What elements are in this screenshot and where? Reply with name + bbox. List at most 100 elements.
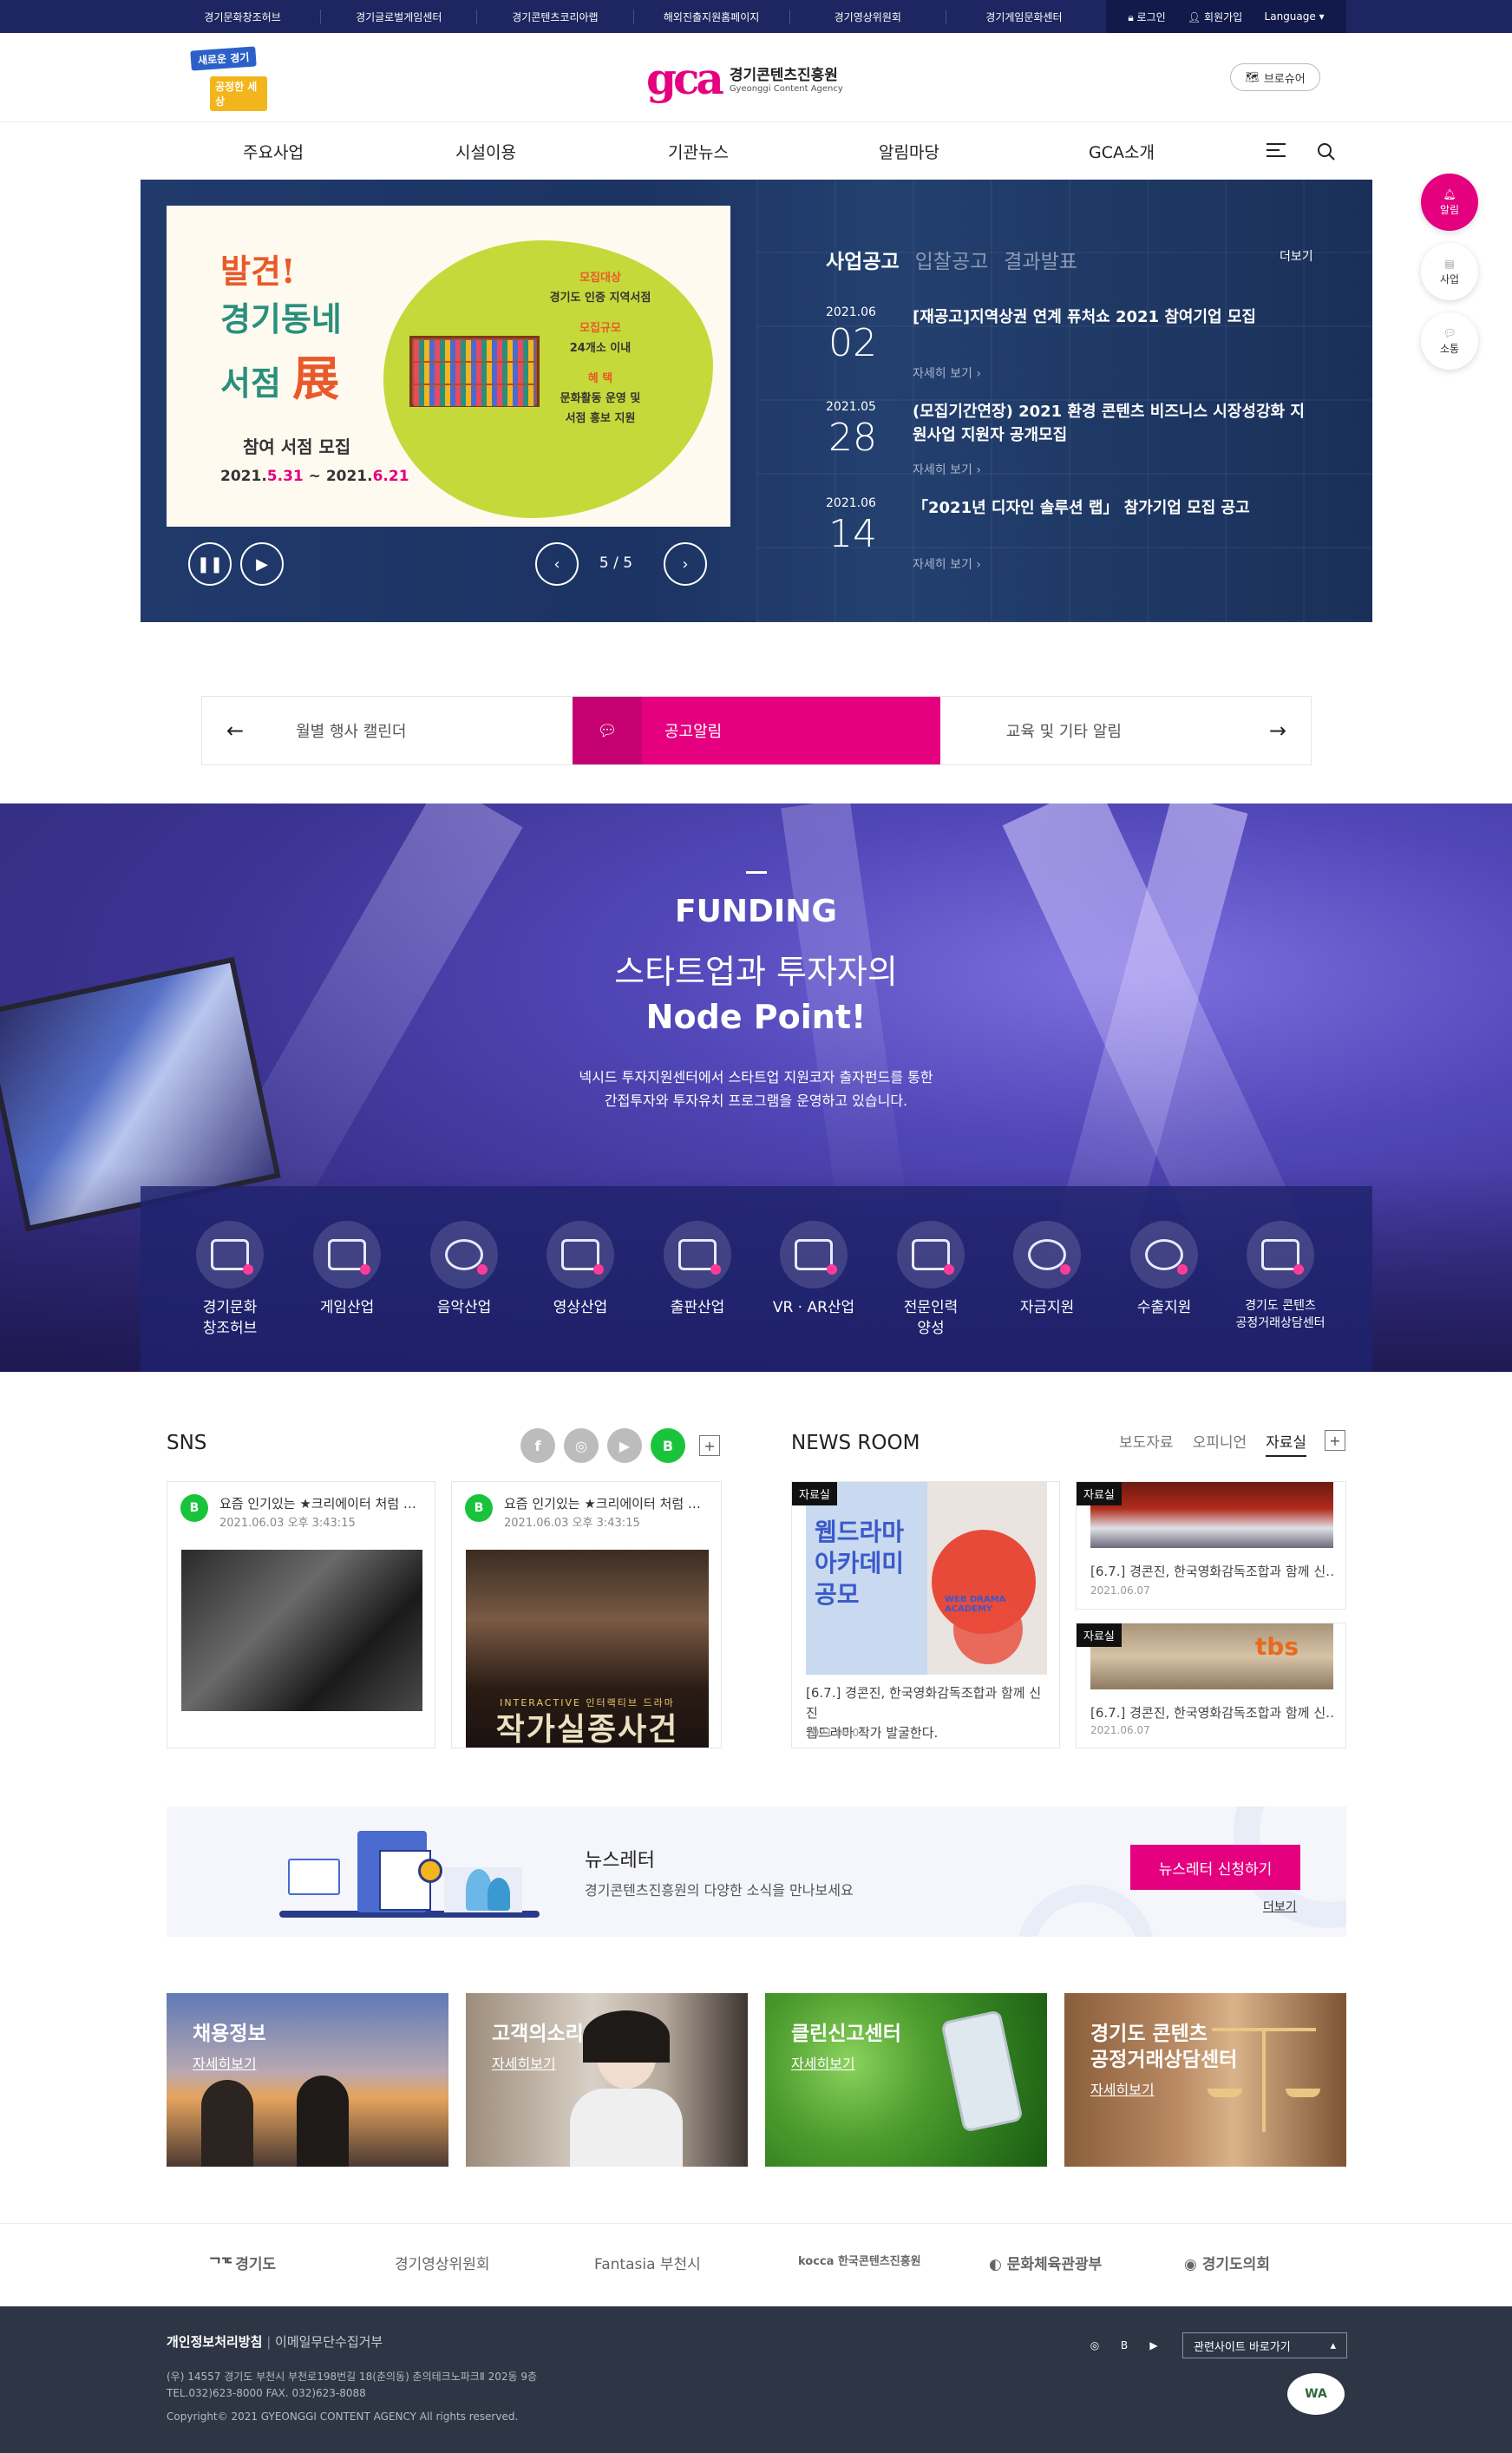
partner-logo-gyeonggi[interactable]: ᄀᄀᄃ 경기도 (208, 2252, 276, 2273)
partner-logo-assembly[interactable]: ◉ 경기도의회 (1184, 2252, 1270, 2273)
tab-press-release[interactable]: 보도자료 (1119, 1430, 1174, 1457)
privacy-policy-link[interactable]: 개인정보처리방침 (167, 2334, 262, 2350)
tab-results[interactable]: 결과발표 (1004, 245, 1077, 274)
quick-menu-alarm[interactable]: 🔔︎ 알림 (1421, 174, 1478, 231)
newsroom-side-card[interactable]: tbs 자료실 [6.7.] 경콘진, 한국영화감독조합과 함께 신… 2021… (1076, 1623, 1346, 1748)
family-site-link[interactable]: 경기콘텐츠코리아랩 (477, 9, 634, 24)
youtube-icon[interactable]: ▶ (607, 1428, 642, 1463)
sns-post-header: B 요즘 인기있는 ★크리에이터 처럼 통… 2021.06.03 오후 3:4… (465, 1492, 708, 1531)
partner-logo-mcst[interactable]: ◐ 문화체육관광부 (989, 2252, 1102, 2273)
language-select[interactable]: Language ▾ (1265, 10, 1325, 23)
hero-news-item[interactable]: 2021.05 28 (모집기간연장) 2021 환경 콘텐츠 비즈니스 시장성… (826, 400, 1312, 487)
tab-archive[interactable]: 자료실 (1266, 1430, 1307, 1457)
email-policy-link[interactable]: 이메일무단수집거부 (275, 2334, 383, 2350)
tab-opinion[interactable]: 오피니언 (1193, 1430, 1247, 1457)
category-training[interactable]: 전문인력 양성 (879, 1221, 983, 1339)
category-funding[interactable]: 자금지원 (995, 1221, 1099, 1318)
login-link[interactable]: 🔒︎ 로그인 (1128, 10, 1165, 24)
menu-icon[interactable] (1267, 143, 1286, 159)
tile-recruitment[interactable]: 채용정보 자세히보기 (167, 1993, 448, 2167)
partner-logo-film-commission[interactable]: 경기영상위원회 (395, 2252, 489, 2273)
brochure-button[interactable]: 🗺︎ 브로슈어 (1230, 63, 1320, 91)
sns-post-card[interactable]: B 요즘 인기있는 ★크리에이터 처럼 통… 2021.06.03 오후 3:4… (451, 1481, 722, 1748)
news-date: 2021.06.07 (1090, 1584, 1150, 1597)
instagram-icon[interactable]: ◎ (564, 1428, 599, 1463)
facebook-icon[interactable]: f (520, 1428, 555, 1463)
newsletter-more-link[interactable]: 더보기 (1263, 1898, 1297, 1915)
main-banner[interactable]: 발견! 경기동네 서점 展 참여 서점 모집 2021.5.31 ~ 2021.… (167, 206, 730, 527)
search-icon[interactable] (1317, 142, 1336, 161)
category-label: 게임산업 (319, 1299, 375, 1316)
tile-title: 채용정보 (193, 2023, 266, 2045)
partner-logo-kocca[interactable]: kocca 한국콘텐츠진흥원 (798, 2252, 928, 2268)
category-fair-trade[interactable]: 경기도 콘텐츠 공정거래상담센터 (1228, 1221, 1332, 1332)
hero-more-link[interactable]: 더보기 (1280, 247, 1313, 265)
tile-customer-voice[interactable]: 고객의소리 자세히보기 (466, 1993, 748, 2167)
pause-button[interactable]: ❚❚ (188, 542, 232, 586)
play-button[interactable]: ▶ (240, 542, 284, 586)
tab-monthly-calendar[interactable]: ← 월별 행사 캘린더 (202, 697, 571, 764)
news-month: 2021.06 (826, 496, 876, 510)
tile-fair-trade-center[interactable]: 경기도 콘텐츠 공정거래상담센터 자세히보기 (1064, 1993, 1346, 2167)
prev-slide-button[interactable]: ‹ (535, 542, 579, 586)
sns-post-date: 2021.06.03 오후 3:43:15 (504, 1517, 640, 1530)
category-label: 공정거래상담센터 (1235, 1316, 1325, 1330)
banner-info-value: 경기도 인증 지역서점 (549, 292, 651, 305)
category-game[interactable]: 게임산업 (295, 1221, 399, 1318)
chat-icon: 💬︎ (1443, 326, 1456, 339)
sns-more-button[interactable]: + (699, 1435, 720, 1456)
category-music[interactable]: 음악산업 (412, 1221, 516, 1318)
hero-news-item[interactable]: 2021.06 02 [재공고]지역상권 연계 퓨처쇼 2021 참여기업 모집… (826, 305, 1312, 392)
nav-item-agency-news[interactable]: 기관뉴스 (612, 122, 785, 180)
banner-info-value: 서점 홍보 지원 (565, 412, 636, 425)
banner-info-value: 문화활동 운영 및 (560, 392, 641, 405)
blog-icon[interactable]: B (651, 1428, 685, 1463)
tab-announcement[interactable]: 💬︎ 공고알림 (573, 697, 940, 764)
banner-period-part: 5.31 (266, 468, 304, 485)
family-site-link[interactable]: 경기게임문화센터 (946, 10, 1102, 24)
newsroom-more-button[interactable]: + (1325, 1430, 1345, 1451)
news-title: [재공고]지역상권 연계 퓨처쇼 2021 참여기업 모집 (913, 308, 1256, 326)
tile-clean-report[interactable]: 클린신고센터 자세히보기 (765, 1993, 1047, 2167)
tab-education[interactable]: 교육 및 기타 알림 → (942, 697, 1311, 764)
tab-business-notice[interactable]: 사업공고 (826, 245, 900, 274)
tab-label: 공고알림 (664, 723, 723, 741)
category-video[interactable]: 영상산업 (528, 1221, 632, 1318)
sns-post-card[interactable]: B 요즘 인기있는 ★크리에이터 처럼 통… 2021.06.03 오후 3:4… (167, 1481, 435, 1748)
tab-bid-notice[interactable]: 입찰공고 (915, 245, 989, 274)
related-sites-select[interactable]: 관련사이트 바로가기 ▴ (1182, 2332, 1347, 2358)
family-site-link[interactable]: 경기문화창조허브 (165, 9, 322, 24)
instagram-icon[interactable]: ◎ (1088, 2338, 1102, 2352)
footer-tel-line: TEL.032)623-8000 FAX. 032)623-8088 (167, 2387, 366, 2399)
partner-logo-bucheon[interactable]: Fantasia 부천시 (594, 2252, 701, 2273)
newsroom-side-card[interactable]: 자료실 [6.7.] 경콘진, 한국영화감독조합과 함께 신… 2021.06.… (1076, 1481, 1346, 1610)
news-date: 2021.06.07 (1090, 1724, 1150, 1736)
nav-item-facilities[interactable]: 시설이용 (399, 122, 573, 180)
category-publishing[interactable]: 출판산업 (645, 1221, 749, 1318)
youtube-icon[interactable]: ▶ (1147, 2338, 1161, 2352)
nav-item-notice[interactable]: 알림마당 (822, 122, 996, 180)
nav-item-about[interactable]: GCA소개 (1035, 122, 1208, 180)
nav-item-main-business[interactable]: 주요사업 (187, 122, 360, 180)
site-logo[interactable]: gca 경기콘텐츠진흥원 Gyeonggi Content Agency (646, 50, 843, 106)
tile-more: 자세히보기 (193, 2056, 257, 2072)
funding-desc-line: 간접투자와 투자유치 프로그램을 운영하고 있습니다. (604, 1092, 908, 1109)
hero-news-item[interactable]: 2021.06 14 「2021년 디자인 솔루션 랩」 참가기업 모집 공고 … (826, 496, 1312, 583)
family-site-link[interactable]: 경기글로벌게임센터 (321, 9, 478, 24)
quick-menu-communication[interactable]: 💬︎ 소통 (1421, 312, 1478, 370)
category-export[interactable]: 수출지원 (1112, 1221, 1216, 1318)
newsroom-main-card[interactable]: 웹드라마 아카데미 공모 WEB DRAMA ACADEMY 자료실 [6.7.… (791, 1481, 1060, 1748)
category-culture-hub[interactable]: 경기문화 창조허브 (178, 1221, 282, 1339)
chevron-right-icon: › (976, 463, 981, 477)
privacy-policy-label: 개인정보처리방침 (167, 2334, 263, 2350)
newsletter-subscribe-button[interactable]: 뉴스레터 신청하기 (1130, 1845, 1300, 1890)
join-link[interactable]: 👤︎ 회원가입 (1188, 10, 1242, 24)
quick-menu-business[interactable]: ▤ 사업 (1421, 243, 1478, 300)
blog-icon[interactable]: B (1117, 2338, 1131, 2352)
blog-badge-icon: B (465, 1494, 493, 1522)
category-vr-ar[interactable]: VR · AR산업 (762, 1221, 866, 1318)
family-site-link[interactable]: 해외진출지원홈페이지 (634, 9, 790, 24)
family-site-link[interactable]: 경기영상위원회 (790, 9, 946, 24)
news-more: 자세히 보기 › (913, 364, 981, 382)
next-slide-button[interactable]: › (664, 542, 707, 586)
